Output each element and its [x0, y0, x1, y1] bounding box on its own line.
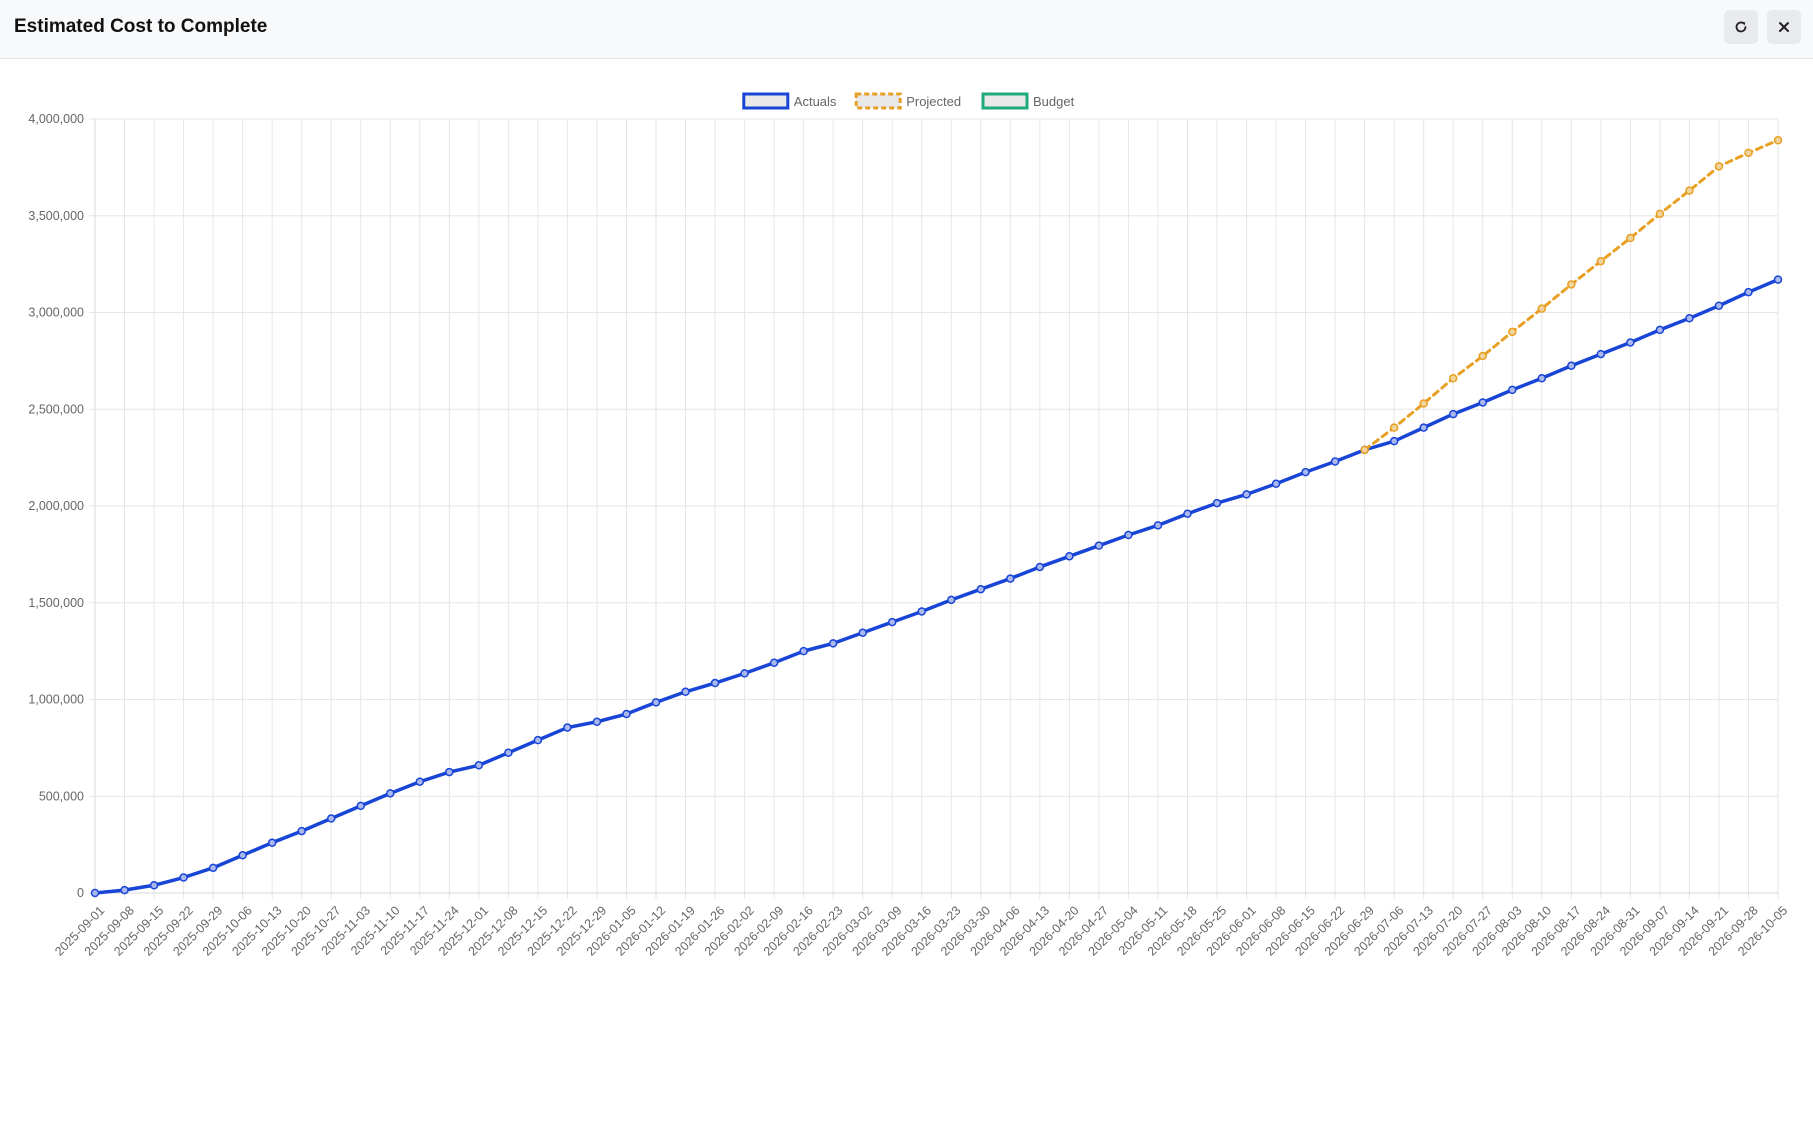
data-point-actuals — [858, 628, 867, 637]
data-point-projected — [1714, 162, 1724, 171]
data-point-actuals — [1124, 530, 1133, 540]
data-point-actuals — [1419, 423, 1428, 432]
y-tick-label: 1,000,000 — [28, 693, 84, 707]
data-point-projected — [1537, 304, 1547, 313]
data-point-actuals — [710, 678, 720, 688]
data-point-actuals — [1567, 361, 1576, 370]
data-point-actuals — [1685, 314, 1694, 323]
close-button[interactable] — [1767, 10, 1801, 44]
data-point-projected — [1360, 445, 1369, 455]
data-point-actuals — [356, 801, 365, 811]
data-point-actuals — [1271, 479, 1281, 488]
data-point-actuals — [1301, 467, 1310, 477]
legend-label-actuals: Actuals — [794, 94, 837, 109]
data-point-actuals — [1655, 325, 1665, 335]
data-point-actuals — [799, 646, 808, 656]
data-point-projected — [1508, 327, 1517, 337]
data-point-actuals — [1330, 457, 1340, 466]
y-tick-label: 1,500,000 — [28, 596, 84, 610]
y-tick-label: 3,500,000 — [28, 209, 84, 223]
data-point-actuals — [415, 777, 425, 786]
legend-label-projected: Projected — [906, 94, 961, 109]
data-point-actuals — [563, 723, 572, 732]
data-point-actuals — [297, 826, 306, 836]
data-point-actuals — [1478, 398, 1487, 407]
legend-swatch-actuals — [742, 92, 790, 110]
data-point-projected — [1596, 256, 1606, 266]
data-point-projected — [1389, 423, 1399, 432]
refresh-icon — [1735, 21, 1747, 33]
dialog-header: Estimated Cost to Complete — [0, 0, 1813, 59]
data-point-actuals — [386, 789, 395, 798]
data-point-actuals — [90, 888, 100, 898]
data-point-projected — [1685, 186, 1694, 195]
data-point-actuals — [120, 885, 129, 895]
data-point-actuals — [1242, 490, 1251, 499]
y-tick-label: 3,000,000 — [28, 306, 84, 320]
data-point-actuals — [1714, 301, 1724, 310]
data-point-actuals — [769, 658, 779, 667]
chart-legend: Actuals Projected Budget — [742, 92, 1075, 110]
data-point-actuals — [504, 748, 513, 757]
data-point-projected — [1744, 148, 1753, 158]
data-point-projected — [1419, 399, 1428, 408]
data-point-actuals — [1006, 574, 1015, 583]
series-line-actuals — [93, 277, 1780, 895]
chart-grid — [89, 118, 1779, 899]
data-point-actuals — [533, 735, 543, 745]
close-icon — [1779, 22, 1789, 32]
data-point-actuals — [1773, 275, 1783, 284]
chart-series — [90, 136, 1783, 898]
data-point-actuals — [917, 607, 926, 616]
data-point-actuals — [149, 881, 159, 890]
y-tick-label: 4,000,000 — [28, 112, 84, 126]
data-point-actuals — [1596, 349, 1606, 359]
legend-swatch-budget — [981, 92, 1029, 110]
data-point-actuals — [592, 717, 602, 727]
data-point-actuals — [740, 669, 749, 678]
data-point-actuals — [1153, 521, 1163, 530]
data-point-actuals — [651, 698, 661, 707]
y-tick-label: 0 — [77, 886, 84, 900]
data-point-actuals — [828, 639, 838, 648]
data-point-projected — [1655, 209, 1665, 219]
data-point-actuals — [1035, 562, 1045, 572]
y-tick-label: 500,000 — [39, 789, 84, 803]
data-point-actuals — [1212, 498, 1222, 508]
refresh-button[interactable] — [1724, 10, 1758, 44]
data-point-actuals — [1508, 385, 1517, 395]
data-point-actuals — [976, 584, 986, 594]
data-point-projected — [1448, 374, 1458, 383]
y-tick-label: 2,500,000 — [28, 402, 84, 416]
data-point-actuals — [947, 595, 956, 605]
data-point-actuals — [238, 851, 247, 860]
data-point-actuals — [179, 873, 188, 882]
data-point-actuals — [681, 687, 690, 697]
data-point-actuals — [474, 761, 484, 770]
data-point-actuals — [208, 863, 218, 873]
page-title: Estimated Cost to Complete — [14, 16, 268, 37]
legend-label-budget: Budget — [1033, 94, 1075, 109]
data-point-actuals — [1537, 374, 1547, 383]
data-point-actuals — [1065, 552, 1074, 561]
data-point-actuals — [326, 814, 336, 823]
y-tick-label: 2,000,000 — [28, 499, 84, 513]
data-point-actuals — [267, 838, 277, 847]
data-point-projected — [1478, 351, 1487, 361]
chart-axes: 2025-09-012025-09-082025-09-152025-09-22… — [28, 112, 1790, 959]
data-point-actuals — [622, 709, 631, 719]
data-point-actuals — [445, 767, 454, 777]
data-point-projected — [1773, 136, 1783, 145]
data-point-actuals — [887, 617, 897, 627]
data-point-actuals — [1626, 338, 1635, 347]
data-point-projected — [1626, 233, 1635, 243]
data-point-actuals — [1094, 541, 1104, 550]
data-point-projected — [1567, 280, 1576, 289]
legend-swatch-projected — [854, 92, 902, 110]
data-point-actuals — [1448, 409, 1458, 419]
cost-line-chart: 2025-09-012025-09-082025-09-152025-09-22… — [28, 92, 1790, 959]
data-point-actuals — [1389, 436, 1399, 446]
data-point-actuals — [1183, 509, 1192, 518]
data-point-actuals — [1744, 287, 1753, 297]
